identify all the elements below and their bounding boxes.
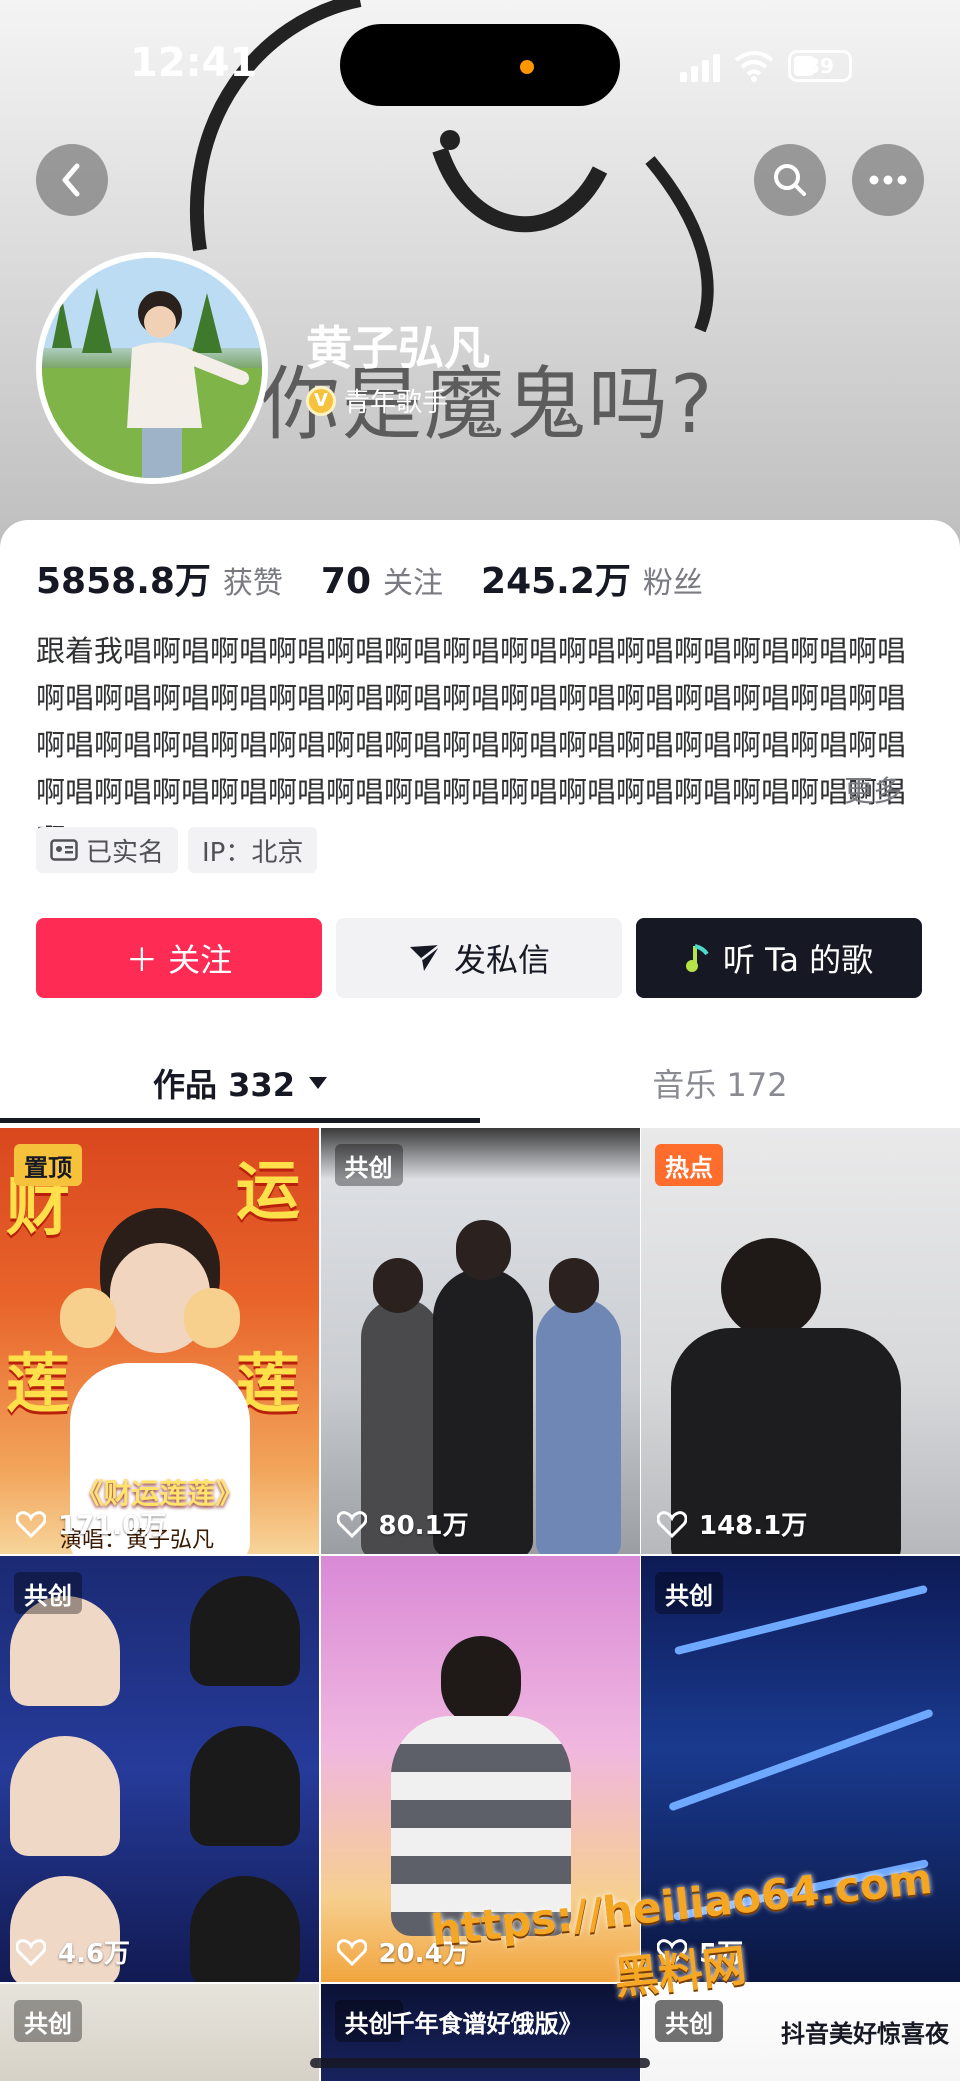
pinned-badge: 置顶 [14, 1144, 82, 1186]
listen-songs-button[interactable]: 听 Ta 的歌 [636, 918, 922, 998]
stat-label: 粉丝 [642, 566, 703, 601]
stat-value: 70 [320, 561, 372, 602]
cocreate-badge: 共创 [14, 1572, 82, 1614]
follow-label: ＋ 关注 [125, 941, 233, 979]
message-button[interactable]: 发私信 [336, 918, 622, 998]
stage-light [668, 1708, 934, 1812]
like-count: 148.1万 [657, 1505, 807, 1542]
tab-works[interactable]: 作品 332 [0, 1040, 480, 1126]
status-icons: 39 [680, 46, 852, 86]
avatar[interactable] [36, 252, 268, 484]
tab-works-label: 作品 332 [153, 1066, 295, 1104]
avatar-photo [42, 258, 262, 478]
user-title: 青年歌手 [344, 388, 449, 418]
tag-ip-location: IP：北京 [188, 827, 318, 873]
video-thumbnail[interactable]: 共创 80.1万 [320, 1128, 640, 1554]
video-thumbnail[interactable]: 热点 148.1万 [641, 1128, 960, 1554]
like-count-value: 171.0万 [58, 1511, 167, 1541]
figure-singer [190, 1726, 300, 1846]
heart-icon [16, 1510, 46, 1538]
status-bar: 12:41 39 [0, 0, 960, 130]
recording-indicator [520, 60, 534, 74]
content-tabs: 作品 332 音乐 172 [0, 1040, 960, 1126]
follow-button[interactable]: ＋ 关注 [36, 918, 322, 998]
video-thumbnail[interactable]: 共创 4.6万 [0, 1556, 319, 1982]
stat-label: 获赞 [222, 566, 283, 601]
like-count-value: 4.6万 [58, 1939, 131, 1969]
heart-icon [336, 1938, 367, 1966]
verified-badge-icon: V [306, 385, 336, 416]
tag-label: 已实名 [86, 837, 165, 868]
video-thumbnail[interactable]: 共创 [0, 1984, 319, 2081]
battery-level: 39 [806, 54, 834, 78]
more-button[interactable] [852, 144, 924, 216]
home-indicator[interactable] [310, 2058, 650, 2068]
search-button[interactable] [754, 144, 826, 216]
music-label: 听 Ta 的歌 [722, 941, 874, 979]
like-count: 80.1万 [336, 1505, 469, 1542]
status-time: 12:41 [130, 40, 258, 86]
tab-music-label: 音乐 172 [652, 1066, 788, 1104]
cocreate-badge: 共创 [14, 2000, 82, 2042]
watermark-name: 黑料网 [612, 1940, 749, 2005]
tag-verified-identity: 已实名 [36, 827, 179, 873]
stat-following[interactable]: 70 关注 [321, 558, 443, 602]
caret-down-icon[interactable] [308, 1077, 327, 1089]
video-title: 抖音美好惊喜夜 [781, 2020, 949, 2048]
figure-head [440, 1636, 521, 1726]
music-note-icon [685, 944, 709, 972]
video-title: 千年食谱好饿版》 [390, 2010, 583, 2038]
tab-active-indicator [0, 1118, 480, 1123]
tag-label: IP：北京 [202, 837, 304, 868]
heart-icon [657, 1510, 687, 1538]
figure-head [372, 1258, 423, 1313]
battery-icon: 39 [788, 50, 852, 82]
cocreate-badge: 共创 [655, 2000, 723, 2042]
bio-more-link[interactable]: 更多 [844, 768, 902, 810]
stat-label: 关注 [383, 566, 444, 601]
figure-head [455, 1220, 511, 1280]
cocreate-badge: 共创 [655, 1572, 723, 1614]
user-name: 黄子弘凡 [306, 321, 490, 375]
chevron-left-icon [62, 163, 80, 197]
action-buttons: ＋ 关注 发私信 听 Ta 的歌 [36, 918, 922, 998]
heart-icon [16, 1938, 46, 1966]
tab-music[interactable]: 音乐 172 [480, 1040, 960, 1126]
profile-tags: 已实名 IP：北京 [36, 827, 318, 873]
figure-head [548, 1258, 599, 1313]
user-title-row: V 青年歌手 [306, 382, 448, 419]
figure-earmuff [184, 1288, 240, 1348]
figure-singer [10, 1736, 120, 1856]
stat-value: 5858.8万 [36, 561, 211, 602]
stat-followers[interactable]: 245.2万 粉丝 [481, 552, 703, 604]
figure-dancer [535, 1298, 621, 1554]
poster-char: 莲 [6, 1348, 70, 1422]
figure-earmuff [60, 1288, 116, 1348]
wifi-icon [734, 51, 774, 82]
video-thumbnail[interactable]: 财 运 莲 莲 《财运莲莲》 演唱：黄子弘凡 置顶 171.0万 [0, 1128, 319, 1554]
like-count-value: 80.1万 [378, 1511, 469, 1541]
signal-icon [680, 50, 720, 82]
poster-char: 运 [236, 1155, 300, 1229]
figure-head [721, 1238, 821, 1338]
id-card-icon [50, 839, 78, 861]
dynamic-island [340, 24, 620, 106]
send-icon [409, 944, 441, 971]
search-icon [774, 164, 806, 196]
hot-badge: 热点 [655, 1144, 723, 1186]
stat-value: 245.2万 [481, 561, 631, 602]
stats-row: 5858.8万 获赞 70 关注 245.2万 粉丝 [36, 552, 741, 604]
like-count-value: 148.1万 [699, 1511, 808, 1541]
cocreate-badge: 共创 [334, 1144, 403, 1186]
figure-singer [190, 1876, 300, 1982]
heart-icon [336, 1510, 367, 1538]
figure-singer [190, 1576, 300, 1686]
back-button[interactable] [36, 144, 108, 216]
like-count: 171.0万 [16, 1505, 166, 1542]
like-count: 4.6万 [16, 1933, 130, 1970]
message-label: 发私信 [453, 941, 550, 979]
more-icon [869, 175, 907, 185]
stat-likes[interactable]: 5858.8万 获赞 [36, 552, 283, 604]
